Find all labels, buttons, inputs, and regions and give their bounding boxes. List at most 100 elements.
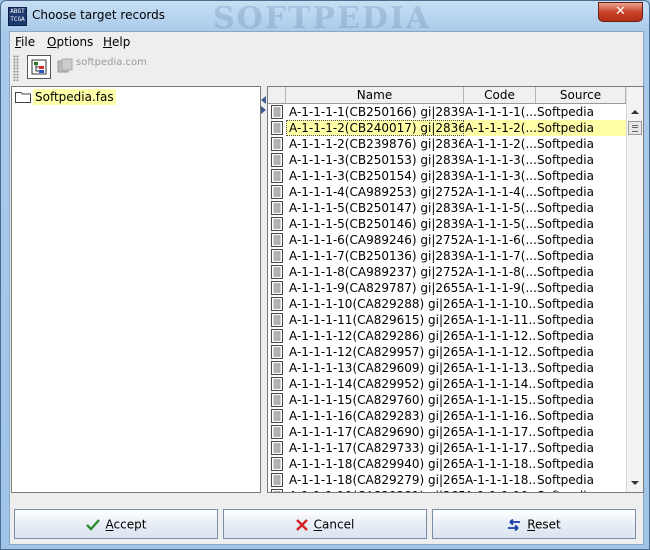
cell-source: Softpedia [537,409,594,423]
table-row[interactable]: A-1-1-1-17(CA829733) gi|265... A-1-1-1-17… [268,440,626,456]
cell-source: Softpedia [537,265,594,279]
table-row[interactable]: A-1-1-1-19(CA829281) gi|265...A-1-1-1-19… [268,488,626,492]
record-document-icon [271,297,283,311]
table-row[interactable]: A-1-1-1-4(CA989253) gi|2752... A-1-1-1-4(… [268,184,626,200]
record-document-icon [271,121,283,135]
record-document-icon [271,233,283,247]
table-row[interactable]: A-1-1-1-13(CA829609) gi|265... A-1-1-1-13… [268,360,626,376]
menu-bar: File Options Help [10,32,643,52]
cancel-button[interactable]: Cancel [223,509,427,539]
table-row[interactable]: A-1-1-1-18(CA829940) gi|265... A-1-1-1-18… [268,456,626,472]
record-document-icon [271,393,283,407]
table-row[interactable]: A-1-1-1-17(CA829690) gi|265... A-1-1-1-17… [268,424,626,440]
cell-source: Softpedia [537,281,594,295]
tree-view-button[interactable] [27,55,51,79]
cell-source: Softpedia [536,120,626,136]
cell-name: A-1-1-1-13(CA829609) gi|265... [289,361,464,375]
dialog-window: ABGT TCGA Choose target records SOFTPEDIA… [0,0,650,550]
table-row[interactable]: A-1-1-1-12(CA829286) gi|265... A-1-1-1-12… [268,328,626,344]
record-document-icon [271,441,283,455]
cell-code: A-1-1-1-9(... [465,281,536,295]
record-document-icon [271,281,283,295]
cell-name: A-1-1-1-6(CA989246) gi|2752... [289,233,464,247]
menu-file[interactable]: File [15,35,35,49]
table-row[interactable]: A-1-1-1-10(CA829288) gi|265... A-1-1-1-10… [268,296,626,312]
column-header-source[interactable]: Source [536,87,626,103]
table-row[interactable]: A-1-1-1-3(CB250154) gi|2839... A-1-1-1-3(… [268,168,626,184]
table-row[interactable]: A-1-1-1-5(CB250146) gi|2839... A-1-1-1-5(… [268,216,626,232]
table-row[interactable]: A-1-1-1-8(CA989237) gi|2752... A-1-1-1-8(… [268,264,626,280]
table-row[interactable]: A-1-1-1-14(CA829952) gi|265... A-1-1-1-14… [268,376,626,392]
cell-source: Softpedia [537,249,594,263]
record-document-icon [271,201,283,215]
window-title: Choose target records [32,8,166,22]
cell-name: A-1-1-1-11(CA829615) gi|265... [289,313,464,327]
cell-code: A-1-1-1-3(... [465,169,536,183]
record-tree[interactable]: Softpedia.fas [11,86,261,493]
menu-help[interactable]: Help [103,35,130,49]
table-row[interactable]: A-1-1-1-7(CB250136) gi|2839... A-1-1-1-7(… [268,248,626,264]
client-area: File Options Help softpedia.com Softpedi… [9,31,644,545]
cell-source: Softpedia [537,393,594,407]
cell-name: A-1-1-1-5(CB250147) gi|2839... [289,201,464,215]
scroll-thumb[interactable] [628,121,642,135]
table-row[interactable]: A-1-1-1-16(CA829283) gi|265... A-1-1-1-16… [268,408,626,424]
accept-button[interactable]: Accept [14,509,218,539]
cell-code: A-1-1-1-14... [465,377,536,391]
record-document-icon [271,249,283,263]
close-button[interactable]: ✕ [598,2,643,22]
expand-right-icon[interactable] [261,106,266,114]
cell-code: A-1-1-1-2(... [464,120,536,136]
table-row[interactable]: A-1-1-1-15(CA829760) gi|265... A-1-1-1-15… [268,392,626,408]
cell-source: Softpedia [536,488,626,492]
toolbar-grip-icon[interactable] [13,55,19,81]
menu-options[interactable]: Options [47,35,93,49]
cell-source: Softpedia [537,233,594,247]
cell-name: A-1-1-1-9(CA829787) gi|2655... [289,281,464,295]
cell-source: Softpedia [537,185,594,199]
table-row[interactable]: A-1-1-1-11(CA829615) gi|265... A-1-1-1-11… [268,312,626,328]
table-row[interactable]: A-1-1-1-3(CB250153) gi|2839... A-1-1-1-3(… [268,152,626,168]
x-icon [295,518,308,531]
column-header-icon[interactable] [268,87,286,103]
vertical-scrollbar[interactable] [626,87,643,492]
cell-code: A-1-1-1-5(... [465,201,536,215]
scroll-down-button[interactable] [627,475,643,492]
toolbar: softpedia.com [10,52,643,84]
table-row[interactable]: A-1-1-1-18(CA829279) gi|265... A-1-1-1-18… [268,472,626,488]
table-row[interactable]: A-1-1-1-2(CB239876) gi|2836... A-1-1-1-2(… [268,136,626,152]
table-body: A-1-1-1-1(CB250166) gi|2839... A-1-1-1-1(… [268,104,626,492]
record-document-icon [271,489,283,492]
cell-name: A-1-1-1-1(CB250166) gi|2839... [289,105,464,119]
table-row[interactable]: A-1-1-1-12(CA829957) gi|265... A-1-1-1-12… [268,344,626,360]
record-document-icon [271,473,283,487]
cell-name: A-1-1-1-10(CA829288) gi|265... [289,297,464,311]
table-row[interactable]: A-1-1-1-1(CB250166) gi|2839... A-1-1-1-1(… [268,104,626,120]
cell-code: A-1-1-1-12... [465,329,536,343]
scroll-up-button[interactable] [627,104,643,121]
cell-code: A-1-1-1-4(... [465,185,536,199]
record-document-icon [271,425,283,439]
copy-button[interactable] [54,55,78,79]
record-document-icon [271,377,283,391]
cell-name: A-1-1-1-7(CB250136) gi|2839... [289,249,464,263]
cell-code: A-1-1-1-7(... [465,249,536,263]
reset-button[interactable]: Reset [432,509,636,539]
table-row[interactable]: A-1-1-1-5(CB250147) gi|2839... A-1-1-1-5(… [268,200,626,216]
title-bar[interactable]: ABGT TCGA Choose target records SOFTPEDIA… [1,1,649,36]
cell-name: A-1-1-1-3(CB250154) gi|2839... [289,169,464,183]
cell-code: A-1-1-1-5(... [465,217,536,231]
cell-code: A-1-1-1-18... [465,457,536,471]
cell-source: Softpedia [537,105,594,119]
tree-view-icon [31,59,47,75]
record-document-icon [271,361,283,375]
column-header-code[interactable]: Code [464,87,536,103]
table-row[interactable]: A-1-1-1-2(CB240017) gi|2836... A-1-1-1-2(… [268,120,626,136]
column-header-name[interactable]: Name [286,87,464,103]
collapse-left-icon[interactable] [261,96,266,104]
table-row[interactable]: A-1-1-1-6(CA989246) gi|2752... A-1-1-1-6(… [268,232,626,248]
cell-source: Softpedia [537,297,594,311]
table-row[interactable]: A-1-1-1-9(CA829787) gi|2655... A-1-1-1-9(… [268,280,626,296]
cell-name: A-1-1-1-5(CB250146) gi|2839... [289,217,464,231]
cell-source: Softpedia [537,201,594,215]
